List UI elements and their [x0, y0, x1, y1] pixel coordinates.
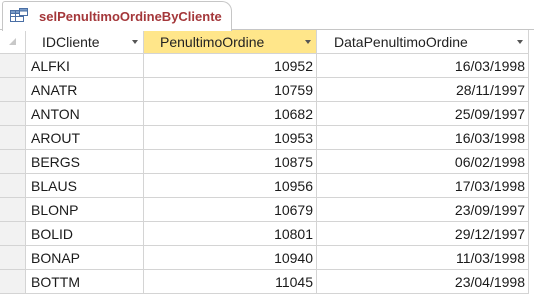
record-selector[interactable]	[0, 126, 26, 150]
column-header-label: DataPenultimoOrdine	[334, 34, 468, 50]
table-row[interactable]: BOLID 10801 29/12/1997	[0, 222, 534, 246]
record-selector[interactable]	[0, 270, 26, 294]
cell-idcliente[interactable]: BOLID	[26, 222, 144, 246]
cell-penultimoordine[interactable]: 10679	[144, 198, 317, 222]
column-header-idcliente[interactable]: IDCliente	[26, 30, 144, 54]
cell-idcliente[interactable]: ANTON	[26, 102, 144, 126]
query-datasheet-icon	[10, 8, 28, 22]
cell-datapenultimoordine[interactable]: 11/03/1998	[317, 246, 529, 270]
cell-penultimoordine[interactable]: 10940	[144, 246, 317, 270]
table-row[interactable]: BERGS 10875 06/02/1998	[0, 150, 534, 174]
column-header-label: IDCliente	[42, 34, 100, 50]
cell-idcliente[interactable]: BLAUS	[26, 174, 144, 198]
cell-idcliente[interactable]: BERGS	[26, 150, 144, 174]
record-selector[interactable]	[0, 78, 26, 102]
cell-penultimoordine[interactable]: 10956	[144, 174, 317, 198]
document-tab-strip: selPenultimoOrdineByCliente	[0, 0, 534, 31]
record-selector[interactable]	[0, 54, 26, 78]
record-selector[interactable]	[0, 102, 26, 126]
cell-penultimoordine[interactable]: 11045	[144, 270, 317, 294]
cell-datapenultimoordine[interactable]: 16/03/1998	[317, 126, 529, 150]
cell-idcliente[interactable]: BLONP	[26, 198, 144, 222]
table-row[interactable]: ANATR 10759 28/11/1997	[0, 78, 534, 102]
cell-idcliente[interactable]: BONAP	[26, 246, 144, 270]
column-header-label: PenultimoOrdine	[160, 34, 265, 50]
select-all-triangle-icon	[9, 38, 16, 45]
query-tab-title: selPenultimoOrdineByCliente	[39, 9, 222, 24]
column-header-datapenultimoordine[interactable]: DataPenultimoOrdine	[317, 30, 529, 54]
table-row[interactable]: BLONP 10679 23/09/1997	[0, 198, 534, 222]
select-all-corner[interactable]	[0, 30, 26, 54]
record-selector[interactable]	[0, 150, 26, 174]
cell-idcliente[interactable]: AROUT	[26, 126, 144, 150]
cell-idcliente[interactable]: ANATR	[26, 78, 144, 102]
cell-penultimoordine[interactable]: 10953	[144, 126, 317, 150]
cell-datapenultimoordine[interactable]: 23/09/1997	[317, 198, 529, 222]
record-selector[interactable]	[0, 174, 26, 198]
table-row[interactable]: AROUT 10953 16/03/1998	[0, 126, 534, 150]
record-selector[interactable]	[0, 222, 26, 246]
table-row[interactable]: BOTTM 11045 23/04/1998	[0, 270, 534, 294]
cell-penultimoordine[interactable]: 10952	[144, 54, 317, 78]
sort-filter-dropdown-icon[interactable]	[517, 40, 523, 44]
table-row[interactable]: BONAP 10940 11/03/1998	[0, 246, 534, 270]
cell-penultimoordine[interactable]: 10801	[144, 222, 317, 246]
sort-filter-dropdown-icon[interactable]	[305, 40, 311, 44]
cell-datapenultimoordine[interactable]: 06/02/1998	[317, 150, 529, 174]
cell-datapenultimoordine[interactable]: 23/04/1998	[317, 270, 529, 294]
cell-penultimoordine[interactable]: 10682	[144, 102, 317, 126]
table-row[interactable]: BLAUS 10956 17/03/1998	[0, 174, 534, 198]
cell-datapenultimoordine[interactable]: 29/12/1997	[317, 222, 529, 246]
cell-penultimoordine[interactable]: 10759	[144, 78, 317, 102]
cell-datapenultimoordine[interactable]: 16/03/1998	[317, 54, 529, 78]
datasheet-grid: IDCliente PenultimoOrdine DataPenultimoO…	[0, 30, 534, 301]
cell-penultimoordine[interactable]: 10875	[144, 150, 317, 174]
table-row[interactable]: ANTON 10682 25/09/1997	[0, 102, 534, 126]
cell-idcliente[interactable]: BOTTM	[26, 270, 144, 294]
sort-filter-dropdown-icon[interactable]	[132, 40, 138, 44]
table-row[interactable]: ALFKI 10952 16/03/1998	[0, 54, 534, 78]
column-header-penultimoordine[interactable]: PenultimoOrdine	[144, 30, 317, 54]
record-selector[interactable]	[0, 246, 26, 270]
cell-datapenultimoordine[interactable]: 17/03/1998	[317, 174, 529, 198]
record-selector[interactable]	[0, 198, 26, 222]
query-tab[interactable]: selPenultimoOrdineByCliente	[2, 1, 232, 31]
cell-datapenultimoordine[interactable]: 28/11/1997	[317, 78, 529, 102]
cell-idcliente[interactable]: ALFKI	[26, 54, 144, 78]
cell-datapenultimoordine[interactable]: 25/09/1997	[317, 102, 529, 126]
